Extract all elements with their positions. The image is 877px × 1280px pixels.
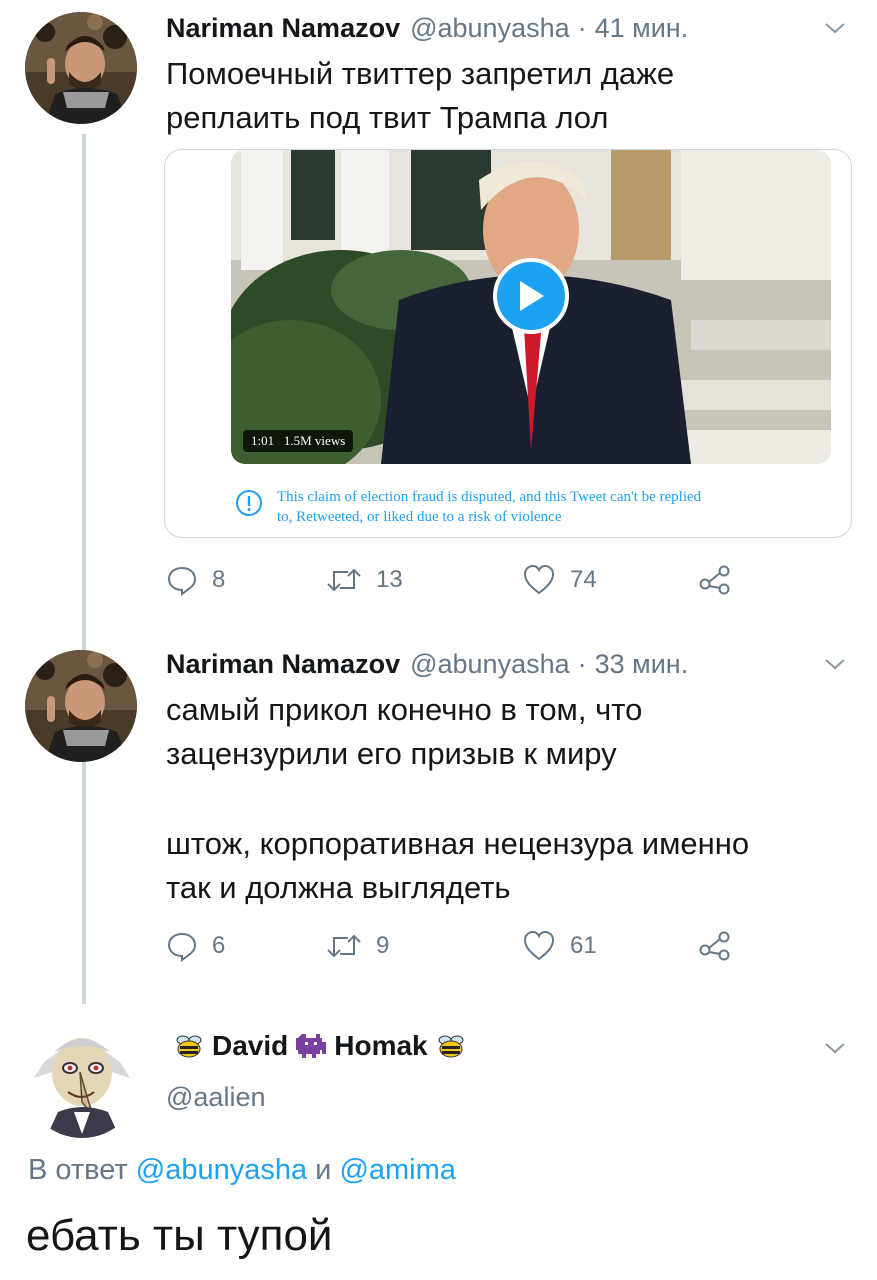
retweet-icon	[327, 934, 361, 958]
author-name[interactable]: Nariman Namazov	[166, 649, 400, 680]
share-action[interactable]	[698, 560, 732, 600]
reply-count: 6	[212, 932, 226, 959]
retweet-action[interactable]: 9	[326, 926, 389, 966]
space-invader-icon	[296, 1034, 327, 1058]
play-button[interactable]	[493, 258, 569, 334]
tweet-text: самый прикол конечно в том, что зацензур…	[166, 688, 749, 910]
chevron-down-icon[interactable]	[823, 1036, 847, 1060]
separator-dot: ·	[577, 648, 587, 679]
heart-icon	[523, 930, 555, 961]
tweet-header: Nariman Namazov @abunyasha · 33 мин.	[166, 644, 688, 684]
reply-action[interactable]: 6	[166, 926, 225, 966]
author-name-last: Homak	[334, 1030, 428, 1061]
heart-icon	[523, 564, 555, 595]
mention-link[interactable]: @abunyasha	[136, 1154, 307, 1186]
notice-line: This claim of election fraud is disputed…	[277, 489, 702, 505]
tweet-time[interactable]: 41 мин.	[595, 13, 689, 44]
play-icon	[520, 281, 544, 311]
author-handle[interactable]: @aalien	[166, 1082, 265, 1113]
disputed-notice[interactable]: This claim of election fraud is disputed…	[235, 487, 835, 527]
reply-icon	[167, 566, 197, 596]
reply-count: 8	[212, 566, 226, 593]
video-badge: 1:01 1.5M views	[243, 430, 354, 452]
retweet-count: 9	[376, 932, 390, 959]
media-card[interactable]: 1:01 1.5M views This claim of election f…	[164, 149, 852, 538]
separator-dot: ·	[577, 12, 587, 43]
notice-line: to, Retweeted, or liked due to a risk of…	[277, 509, 562, 525]
reply-action[interactable]: 8	[166, 560, 225, 600]
like-action[interactable]: 61	[522, 926, 597, 966]
like-count: 74	[570, 566, 597, 593]
retweet-count: 13	[376, 566, 403, 593]
replying-to-conjunction: и	[315, 1154, 332, 1186]
mention-link[interactable]: @amima	[339, 1154, 455, 1186]
author-name[interactable]: Nariman Namazov	[166, 13, 400, 44]
tweet-text-blank	[166, 776, 749, 820]
tweet-header: Nariman Namazov @abunyasha · 41 мин.	[166, 8, 688, 48]
thread-line	[82, 134, 86, 1004]
bee-icon	[438, 1035, 464, 1058]
replying-to-prefix: В ответ	[28, 1154, 128, 1186]
avatar-nariman[interactable]	[25, 12, 137, 124]
share-action[interactable]	[698, 926, 732, 966]
tweet-text: Помоечный твиттер запретил даже реплаить…	[166, 52, 674, 140]
share-icon	[699, 931, 730, 961]
bee-icon	[176, 1035, 202, 1058]
tweet-text-line: штож, корпоративная нецензура именно	[166, 826, 750, 861]
avatar-nariman[interactable]	[25, 650, 137, 762]
author-handle[interactable]: @abunyasha	[410, 13, 570, 44]
chevron-down-icon[interactable]	[823, 652, 847, 676]
avatar-david[interactable]	[24, 1022, 140, 1138]
video-player[interactable]: 1:01 1.5M views	[231, 150, 831, 464]
replying-to: В ответ @abunyasha и @amima	[28, 1154, 456, 1187]
tweet-text-line: самый прикол конечно в том, что	[166, 692, 643, 727]
video-views: 1.5M views	[283, 433, 346, 448]
tweet-text-line: так и должна выглядеть	[166, 870, 511, 905]
retweet-action[interactable]: 13	[326, 560, 403, 600]
author-handle[interactable]: @abunyasha	[410, 649, 570, 680]
share-icon	[699, 565, 730, 595]
retweet-icon	[327, 568, 361, 592]
like-action[interactable]: 74	[522, 560, 597, 600]
author-name-first: David	[212, 1030, 289, 1061]
like-count: 61	[570, 932, 597, 959]
reply-text: ебать ты тупой	[26, 1211, 333, 1260]
tweet-actions: 8 13 74	[166, 560, 746, 600]
reply-icon	[167, 932, 197, 962]
video-duration: 1:01	[251, 433, 275, 448]
info-icon	[236, 490, 262, 516]
chevron-down-icon[interactable]	[823, 16, 847, 40]
author-name[interactable]: David Homak	[166, 1022, 474, 1070]
tweet-actions: 6 9 61	[166, 926, 746, 966]
tweet-text-line: Помоечный твиттер запретил даже	[166, 56, 675, 91]
tweet-time[interactable]: 33 мин.	[595, 649, 689, 680]
tweet-text-line: реплаить под твит Трампа лол	[166, 100, 609, 135]
tweet-text-line: зацензурили его призыв к миру	[166, 736, 617, 771]
